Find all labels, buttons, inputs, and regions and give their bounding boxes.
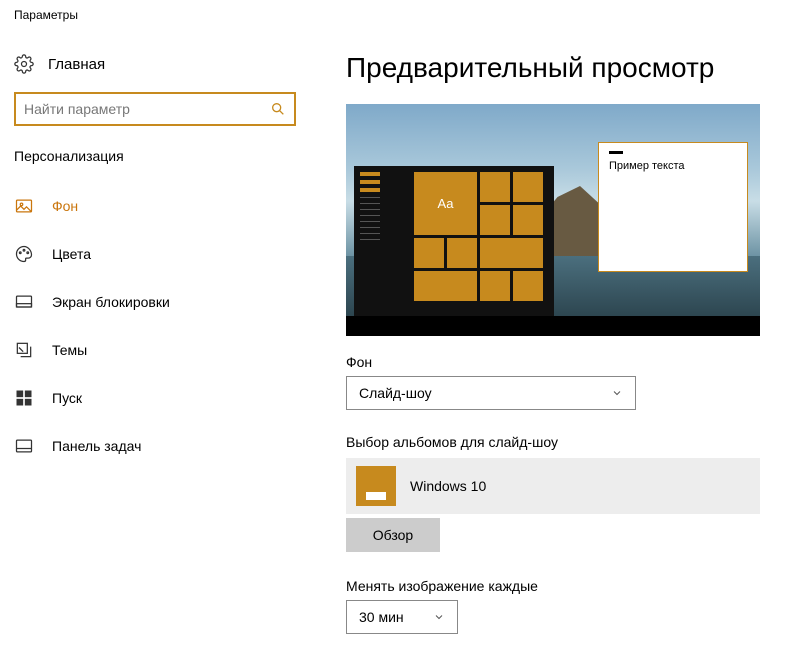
nav-item-colors[interactable]: Цвета bbox=[0, 230, 310, 278]
nav-label: Фон bbox=[52, 198, 78, 214]
picture-icon bbox=[14, 196, 34, 216]
search-icon bbox=[270, 101, 286, 117]
gear-icon bbox=[14, 54, 34, 74]
nav-item-lockscreen[interactable]: Экран блокировки bbox=[0, 278, 310, 326]
sidebar: Главная Персонализация Фон Цвета bbox=[0, 30, 310, 634]
nav-item-start[interactable]: Пуск bbox=[0, 374, 310, 422]
interval-dropdown[interactable]: 30 мин bbox=[346, 600, 458, 634]
sample-text: Пример текста bbox=[609, 160, 685, 172]
nav: Фон Цвета Экран блокировки Темы bbox=[0, 182, 310, 470]
page-title: Предварительный просмотр bbox=[346, 52, 777, 84]
home-label: Главная bbox=[48, 56, 105, 73]
background-value: Слайд-шоу bbox=[359, 385, 432, 401]
chevron-down-icon bbox=[611, 387, 623, 399]
nav-item-taskbar[interactable]: Панель задач bbox=[0, 422, 310, 470]
background-label: Фон bbox=[346, 354, 777, 370]
search-input[interactable] bbox=[24, 101, 270, 117]
search-input-wrapper[interactable] bbox=[14, 92, 296, 126]
browse-button[interactable]: Обзор bbox=[346, 518, 440, 552]
album-name: Windows 10 bbox=[410, 478, 486, 494]
section-header: Персонализация bbox=[0, 148, 310, 182]
themes-icon bbox=[14, 340, 34, 360]
nav-item-themes[interactable]: Темы bbox=[0, 326, 310, 374]
preview-start-menu: Aa bbox=[354, 166, 554, 316]
nav-label: Темы bbox=[52, 342, 87, 358]
palette-icon bbox=[14, 244, 34, 264]
background-dropdown[interactable]: Слайд-шоу bbox=[346, 376, 636, 410]
nav-item-background[interactable]: Фон bbox=[0, 182, 310, 230]
album-item[interactable]: Windows 10 bbox=[346, 458, 760, 514]
nav-label: Экран блокировки bbox=[52, 294, 170, 310]
home-link[interactable]: Главная bbox=[0, 48, 310, 92]
nav-label: Панель задач bbox=[52, 438, 141, 454]
preview-tile-aa: Aa bbox=[414, 172, 477, 235]
album-thumbnail bbox=[356, 466, 396, 506]
preview-sample-window: Пример текста bbox=[598, 142, 748, 272]
start-icon bbox=[14, 388, 34, 408]
albums-label: Выбор альбомов для слайд-шоу bbox=[346, 434, 777, 450]
preview-pane: Aa Пример текста bbox=[346, 104, 760, 336]
chevron-down-icon bbox=[433, 611, 445, 623]
interval-label: Менять изображение каждые bbox=[346, 578, 777, 594]
interval-value: 30 мин bbox=[359, 609, 404, 625]
nav-label: Пуск bbox=[52, 390, 82, 406]
window-title: Параметры bbox=[0, 0, 797, 30]
main-panel: Предварительный просмотр Aa bbox=[310, 30, 797, 634]
nav-label: Цвета bbox=[52, 246, 91, 262]
taskbar-icon bbox=[14, 436, 34, 456]
lockscreen-icon bbox=[14, 292, 34, 312]
